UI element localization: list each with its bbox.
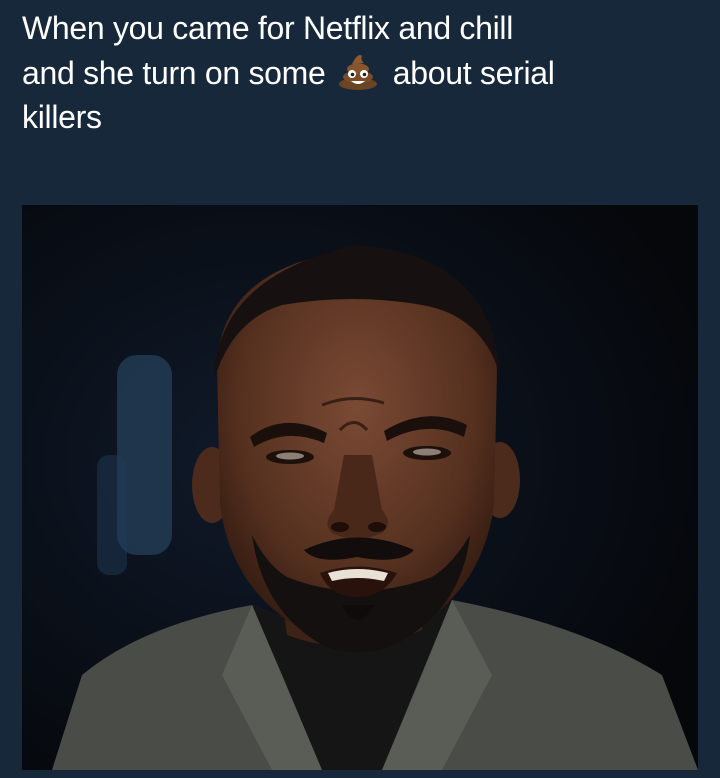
caption-line-3: killers [22, 99, 102, 135]
caption-line-1: When you came for Netflix and chill [22, 10, 514, 46]
pile-of-poo-icon [336, 50, 380, 90]
caption-line-2: and she turn on some about serial [22, 50, 712, 95]
caption-line-2-end: about serial [384, 55, 555, 91]
reaction-photo [22, 205, 698, 770]
frowning-man-illustration [22, 205, 698, 770]
caption-line-2-start: and she turn on some [22, 55, 335, 91]
meme-caption: When you came for Netflix and chill and … [22, 6, 712, 139]
